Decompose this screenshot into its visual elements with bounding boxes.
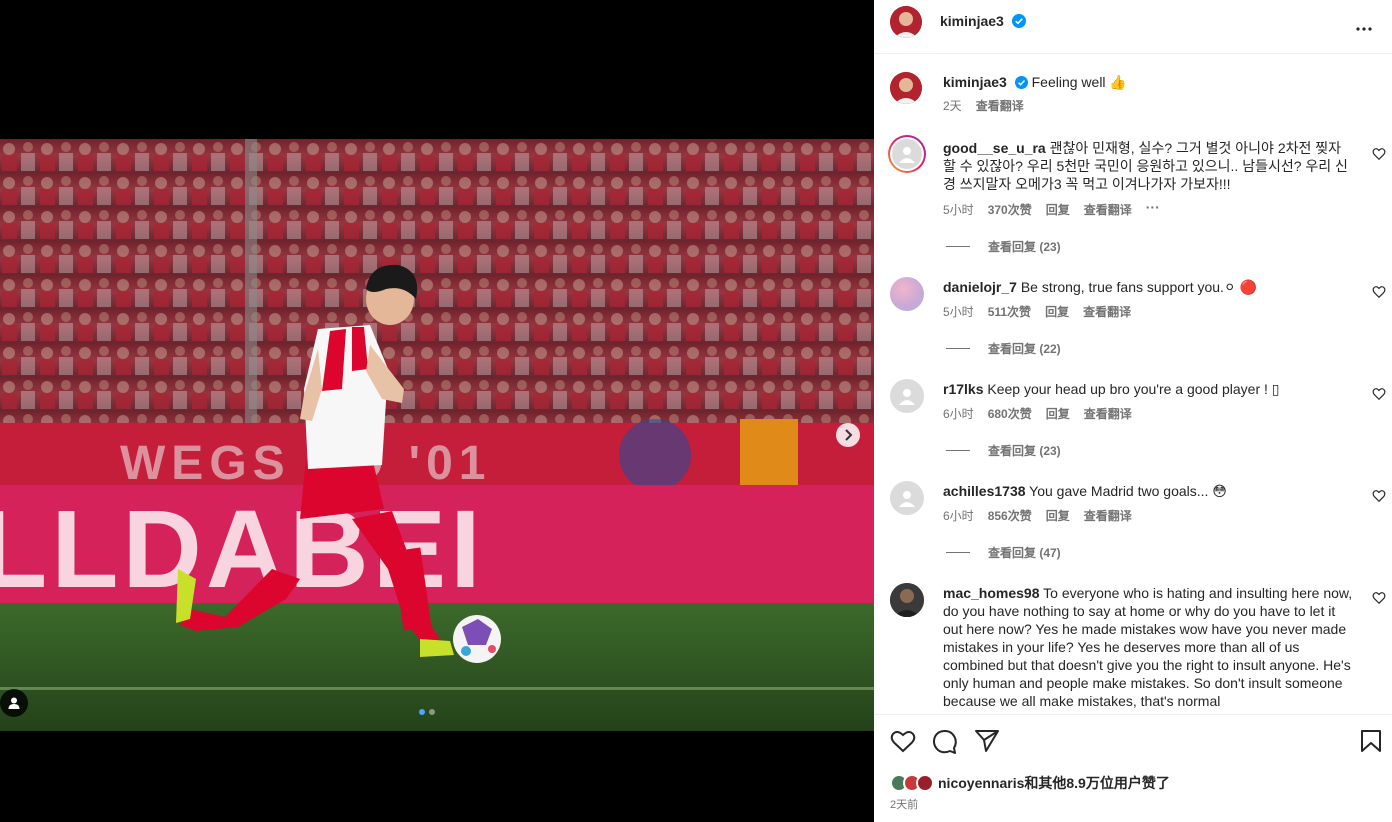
comment-item: good__se_u_ra 괜찮아 민재형, 실수? 그거 별것 아니야 2차전…	[874, 135, 1392, 255]
comment-likes-count[interactable]: 856次赞	[988, 507, 1032, 524]
commenter-avatar[interactable]	[890, 379, 924, 413]
comment-translate-link[interactable]: 查看翻译	[1083, 303, 1131, 320]
author-name-row: kiminjae3	[940, 13, 1027, 31]
replies-divider	[946, 348, 970, 349]
commenter-avatar[interactable]	[890, 583, 924, 617]
carousel-dot	[429, 709, 435, 715]
comment-like-heart-icon[interactable]	[1372, 591, 1386, 605]
comment-username[interactable]: r17lks	[943, 381, 983, 397]
comment-translate-link[interactable]: 查看翻译	[1084, 405, 1132, 422]
author-username[interactable]: kiminjae3	[940, 13, 1004, 29]
carousel-indicator	[419, 709, 435, 715]
comment-text: To everyone who is hating and insulting …	[943, 585, 1353, 709]
comment-likes-count[interactable]: 680次赞	[988, 405, 1032, 422]
comment-time: 6小时	[943, 509, 974, 523]
comment-username[interactable]: danielojr_7	[943, 279, 1017, 295]
comments-list[interactable]: kiminjae3 Feeling well 👍 2天 查看翻译 good__s…	[874, 55, 1392, 714]
replies-divider	[946, 450, 970, 451]
carousel-next-button[interactable]	[836, 423, 860, 447]
comment-item: danielojr_7 Be strong, true fans support…	[874, 277, 1392, 357]
comment-username[interactable]: good__se_u_ra	[943, 140, 1046, 156]
caption-author-avatar[interactable]	[890, 72, 922, 104]
post-caption: kiminjae3 Feeling well 👍 2天 查看翻译	[874, 71, 1392, 121]
comment-text: You gave Madrid two goals... 😳	[1029, 483, 1227, 499]
carousel-dot-active	[419, 709, 425, 715]
comment-more-options-icon[interactable]: ···	[1146, 200, 1160, 218]
comment-like-heart-icon[interactable]	[1372, 489, 1386, 503]
comment-item: mac_homes98 To everyone who is hating an…	[874, 583, 1392, 714]
verified-badge-icon	[1012, 14, 1027, 28]
post-date[interactable]: 2天前	[890, 796, 918, 812]
more-options-icon[interactable]	[1356, 15, 1372, 36]
comment-time: 6小时	[943, 407, 974, 421]
default-avatar-icon	[899, 491, 915, 507]
comment-item: r17lks Keep your head up bro you're a go…	[874, 379, 1392, 459]
story-ring-avatar[interactable]	[888, 135, 926, 173]
author-avatar[interactable]	[890, 6, 922, 38]
default-avatar-icon	[899, 389, 915, 405]
caption-username[interactable]: kiminjae3	[943, 74, 1007, 90]
comment-like-heart-icon[interactable]	[1372, 285, 1386, 299]
comment-like-heart-icon[interactable]	[1372, 147, 1386, 161]
share-send-icon[interactable]	[974, 729, 1000, 753]
comment-time: 5小时	[943, 305, 974, 319]
comment-username[interactable]: achilles1738	[943, 483, 1026, 499]
comment-bubble-icon[interactable]	[932, 729, 958, 755]
comment-translate-link[interactable]: 查看翻译	[1084, 507, 1132, 524]
post-actions: nicoyennaris和其他8.9万位用户赞了 2天前	[874, 714, 1392, 822]
soccer-ball	[453, 615, 501, 663]
comment-likes-count[interactable]: 370次赞	[988, 201, 1032, 218]
default-avatar-icon	[899, 147, 915, 163]
post-photo[interactable]: WEGS IID '01 LLDABEI	[0, 139, 874, 731]
caption-translate-link[interactable]: 查看翻译	[976, 97, 1024, 114]
view-replies-button[interactable]: 查看回复 (47)	[946, 544, 1061, 561]
liked-by-avatars	[890, 774, 934, 792]
verified-badge-icon	[1014, 76, 1028, 89]
comment-reply-button[interactable]: 回复	[1046, 405, 1070, 422]
comment-reply-button[interactable]: 回复	[1045, 303, 1069, 320]
comment-username[interactable]: mac_homes98	[943, 585, 1040, 601]
liker-avatar	[916, 774, 934, 792]
comment-text: Be strong, true fans support you.⚪ 🔴	[1020, 279, 1257, 295]
view-replies-button[interactable]: 查看回复 (22)	[946, 340, 1061, 357]
chevron-right-icon	[845, 429, 853, 441]
comment-like-heart-icon[interactable]	[1372, 387, 1386, 401]
post-side-panel: kiminjae3 kiminjae3 Feeling well 👍 2天 查看…	[874, 0, 1392, 822]
comment-reply-button[interactable]: 回复	[1046, 507, 1070, 524]
comment-reply-button[interactable]: 回复	[1046, 201, 1070, 218]
like-heart-icon[interactable]	[890, 729, 916, 753]
liked-by-row[interactable]: nicoyennaris和其他8.9万位用户赞了	[890, 773, 1170, 793]
commenter-avatar[interactable]	[890, 481, 924, 515]
comment-translate-link[interactable]: 查看翻译	[1084, 201, 1132, 218]
caption-time: 2天	[943, 99, 962, 113]
liked-by-text: nicoyennaris和其他8.9万位用户赞了	[938, 775, 1170, 791]
post-header: kiminjae3	[874, 0, 1392, 54]
comment-likes-count[interactable]: 511次赞	[988, 303, 1031, 320]
save-bookmark-icon[interactable]	[1360, 729, 1382, 753]
user-icon	[8, 697, 20, 709]
post-media: WEGS IID '01 LLDABEI	[0, 0, 874, 822]
view-replies-button[interactable]: 查看回复 (23)	[946, 442, 1061, 459]
commenter-avatar[interactable]	[890, 277, 924, 311]
replies-divider	[946, 552, 970, 553]
tagged-users-button[interactable]	[0, 689, 28, 717]
caption-text: Feeling well 👍	[1031, 74, 1127, 90]
comment-text: Keep your head up bro you're a good play…	[987, 381, 1280, 397]
replies-divider	[946, 246, 970, 247]
comment-time: 5小时	[943, 203, 974, 217]
comment-item: achilles1738 You gave Madrid two goals..…	[874, 481, 1392, 561]
view-replies-button[interactable]: 查看回复 (23)	[946, 238, 1061, 255]
